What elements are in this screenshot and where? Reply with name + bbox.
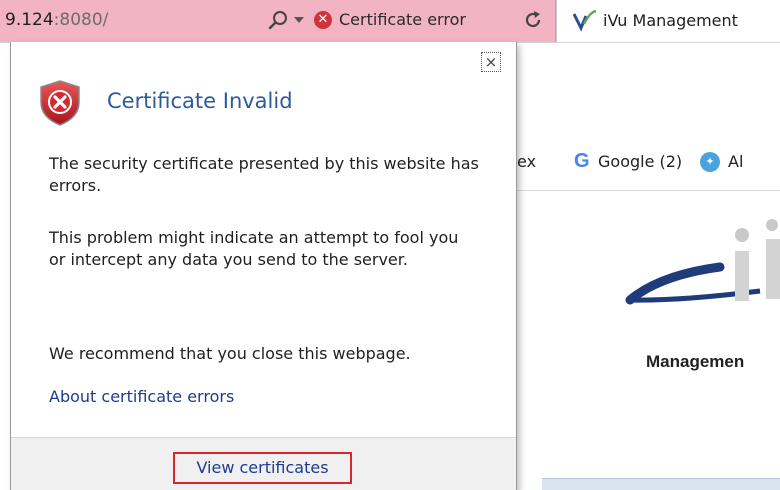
popup-message-3: We recommend that you close this webpage… bbox=[49, 344, 411, 363]
browser-toolbar: 9.124:8080/ ✕ Certificate error iVu Mana… bbox=[0, 0, 780, 43]
favorite-item-al[interactable]: Al bbox=[728, 152, 743, 171]
favorite-item-google[interactable]: Google (2) bbox=[598, 152, 682, 171]
popup-message-2: This problem might indicate an attempt t… bbox=[49, 228, 459, 269]
ivu-site-logo bbox=[625, 219, 780, 305]
url-text[interactable]: 9.124:8080/ bbox=[5, 10, 108, 30]
popup-message-1: The security certificate presented by th… bbox=[49, 154, 479, 195]
close-icon[interactable]: × bbox=[481, 52, 501, 72]
page-login-button[interactable] bbox=[542, 478, 780, 490]
browser-window: 9.124:8080/ ✕ Certificate error iVu Mana… bbox=[0, 0, 780, 490]
favorite-site-icon: ✦ bbox=[700, 152, 720, 172]
google-icon: G bbox=[574, 150, 590, 172]
page-heading: Managemen bbox=[646, 352, 745, 371]
url-host: 9.124 bbox=[5, 10, 54, 30]
address-bar[interactable]: 9.124:8080/ ✕ Certificate error bbox=[0, 0, 556, 42]
divider bbox=[515, 190, 780, 191]
popup-title: Certificate Invalid bbox=[107, 89, 293, 113]
url-port: :8080/ bbox=[53, 10, 109, 30]
error-x-icon[interactable]: ✕ bbox=[314, 11, 332, 29]
about-certificate-errors-link[interactable]: About certificate errors bbox=[49, 387, 234, 406]
chevron-down-icon[interactable] bbox=[294, 17, 304, 23]
shield-error-icon bbox=[40, 80, 80, 126]
ivu-logo-icon bbox=[573, 10, 597, 32]
popup-footer: View certificates bbox=[11, 437, 516, 490]
certificate-error-label[interactable]: Certificate error bbox=[339, 10, 466, 29]
tab-ivu-management[interactable]: iVu Management bbox=[556, 0, 780, 42]
search-icon[interactable] bbox=[268, 9, 290, 31]
tab-title: iVu Management bbox=[603, 11, 738, 30]
refresh-icon[interactable] bbox=[522, 9, 544, 31]
view-certificates-button[interactable]: View certificates bbox=[173, 452, 352, 484]
certificate-popup: × Certificate Invalid The security certi… bbox=[10, 42, 517, 490]
